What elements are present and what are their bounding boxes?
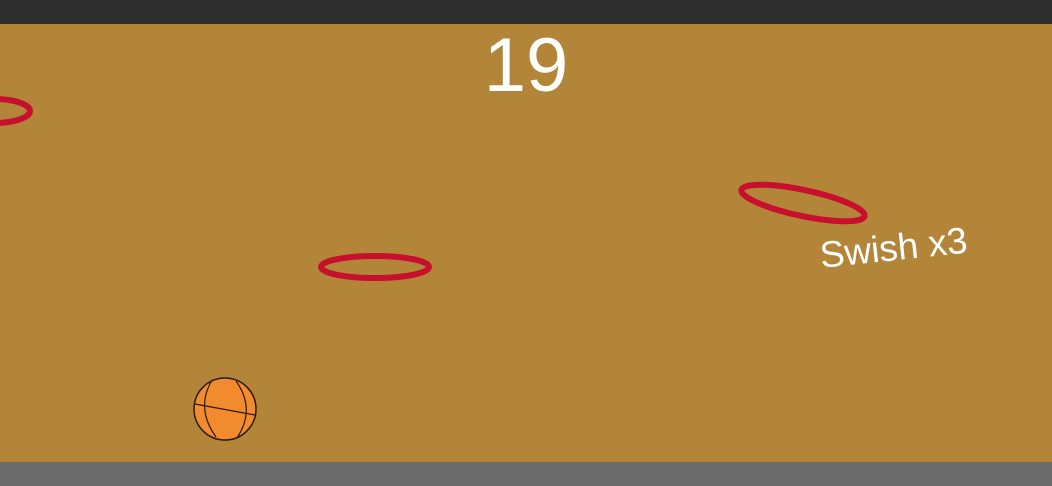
game-court[interactable]: 19 Swish x3 xyxy=(0,24,1052,462)
basketball-icon[interactable] xyxy=(193,377,257,441)
ball-layer xyxy=(193,377,257,441)
top-bar xyxy=(0,0,1052,24)
bottom-bar xyxy=(0,462,1052,486)
